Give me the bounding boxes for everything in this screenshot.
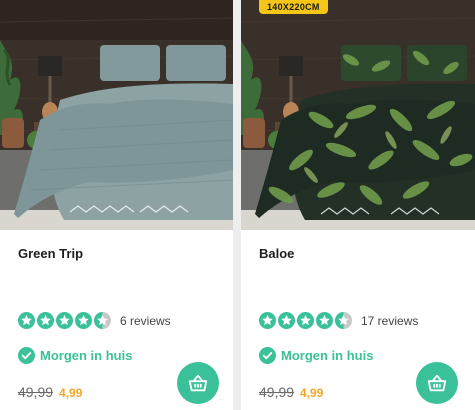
old-price: 49,99 — [259, 384, 295, 400]
product-title[interactable]: Baloe — [259, 246, 294, 261]
price: 49,99 4,99 — [259, 384, 323, 400]
star-rating — [18, 312, 111, 329]
old-price: 49,99 — [18, 384, 54, 400]
add-to-cart-button[interactable] — [177, 362, 219, 404]
product-grid: Green Trip 6 reviews Morgen in huis 49,9… — [0, 0, 475, 410]
review-count[interactable]: 17 reviews — [361, 314, 418, 328]
star-half-icon — [94, 312, 111, 329]
rating: 17 reviews — [259, 312, 418, 329]
star-icon — [37, 312, 54, 329]
basket-icon — [427, 374, 447, 392]
basket-icon — [188, 374, 208, 392]
delivery-info: Morgen in huis — [18, 347, 132, 364]
product-card[interactable]: Green Trip 6 reviews Morgen in huis 49,9… — [0, 0, 233, 410]
star-half-icon — [335, 312, 352, 329]
star-icon — [259, 312, 276, 329]
product-image[interactable]: 140X220CM — [241, 0, 475, 230]
star-rating — [259, 312, 352, 329]
add-to-cart-button[interactable] — [416, 362, 458, 404]
star-icon — [18, 312, 35, 329]
delivery-text: Morgen in huis — [40, 348, 133, 363]
product-card[interactable]: 140X220CM Baloe 17 reviews Morgen in hui… — [241, 0, 475, 410]
sale-price: 4,99 — [59, 386, 83, 400]
star-icon — [56, 312, 73, 329]
product-title[interactable]: Green Trip — [18, 246, 83, 261]
check-circle-icon — [18, 347, 35, 364]
product-image[interactable] — [0, 0, 233, 230]
review-count[interactable]: 6 reviews — [120, 314, 171, 328]
rating: 6 reviews — [18, 312, 171, 329]
star-icon — [278, 312, 295, 329]
delivery-info: Morgen in huis — [259, 347, 373, 364]
star-icon — [316, 312, 333, 329]
sale-price: 4,99 — [300, 386, 324, 400]
star-icon — [297, 312, 314, 329]
price: 49,99 4,99 — [18, 384, 82, 400]
size-badge: 140X220CM — [259, 0, 328, 14]
check-circle-icon — [259, 347, 276, 364]
star-icon — [75, 312, 92, 329]
delivery-text: Morgen in huis — [281, 348, 374, 363]
